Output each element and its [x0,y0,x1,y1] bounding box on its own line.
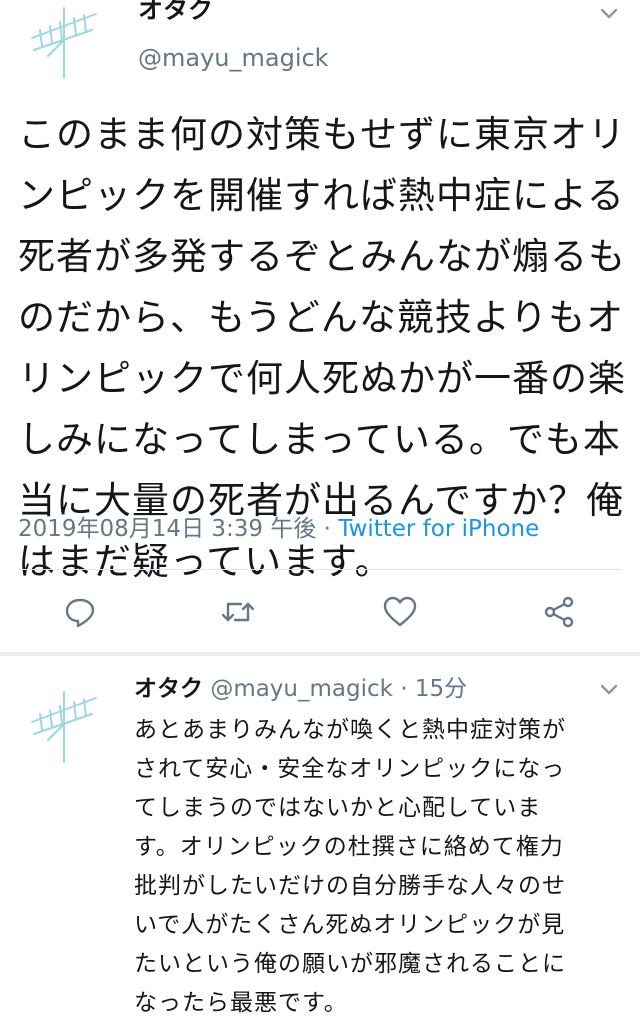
reply-text: あとあまりみんなが喚くと熱中症対策が されて安心・安全なオリンピックになっ てし… [134,711,604,1023]
reply-separator: · [392,676,415,702]
reply-header: オタク @mayu_magick · 15分 [134,672,467,706]
avatar[interactable] [24,0,104,80]
divider [18,569,622,570]
heart-icon [383,596,417,627]
tweet-text-line: このまま何の対策もせずに東京オリ [18,113,626,156]
tweet-text-line: のだから、もうどんな競技よりもオ [18,296,625,339]
reply-text-line: 批判がしたいだけの自分勝手な人々のせ [134,873,566,899]
timestamp[interactable]: 2019年08月14日 3:39 午後 [18,516,316,542]
retweet-icon [221,602,255,622]
reply-chevron-down-icon[interactable] [596,680,622,700]
reply-avatar[interactable] [24,684,104,764]
reply-text-line: あとあまりみんなが喚くと熱中症対策が [134,717,566,743]
tweet-text-line: ンピックを開催すれば熱中症による [18,174,625,217]
reply-author-name[interactable]: オタク [134,676,203,702]
share-icon [544,596,574,628]
share-button[interactable] [539,592,579,632]
reply-time[interactable]: 15分 [415,676,467,702]
author-name[interactable]: オタク [138,0,213,26]
section-separator [0,652,640,656]
reply-text-line: なったら最悪です。 [134,990,348,1016]
reply-text-line: されて安心・安全なオリンピックになっ [134,756,566,782]
meta-separator: · [316,516,339,542]
reply-icon [65,598,95,628]
antenna-avatar-icon [31,691,97,763]
tweet-meta: 2019年08月14日 3:39 午後 · Twitter for iPhone [18,512,539,546]
reply-author-handle[interactable]: @mayu_magick [210,676,393,702]
reply-text-line: す。オリンピックの杜撰さに絡めて権力 [134,834,564,860]
like-button[interactable] [380,592,420,632]
author-handle[interactable]: @mayu_magick [138,42,329,74]
tweet-text-line: しみになってしまっている。でも本 [18,418,621,461]
antenna-avatar-icon [31,7,97,79]
reply-text-line: てしまうのではないかと心配していま [134,795,542,821]
reply-text-line: いで人がたくさん死ぬオリンピックが見 [134,912,566,938]
retweet-button[interactable] [218,592,258,632]
reply-text-line: たいという俺の願いが邪魔されることに [134,951,566,977]
reply-button[interactable] [60,592,100,632]
chevron-down-icon[interactable] [596,4,622,24]
tweet-text-line: 死者が多発するぞとみんなが煽るも [18,235,626,278]
tweet-text-line: リンピックで何人死ぬかが一番の楽 [18,357,626,400]
source-link[interactable]: Twitter for iPhone [338,516,539,542]
